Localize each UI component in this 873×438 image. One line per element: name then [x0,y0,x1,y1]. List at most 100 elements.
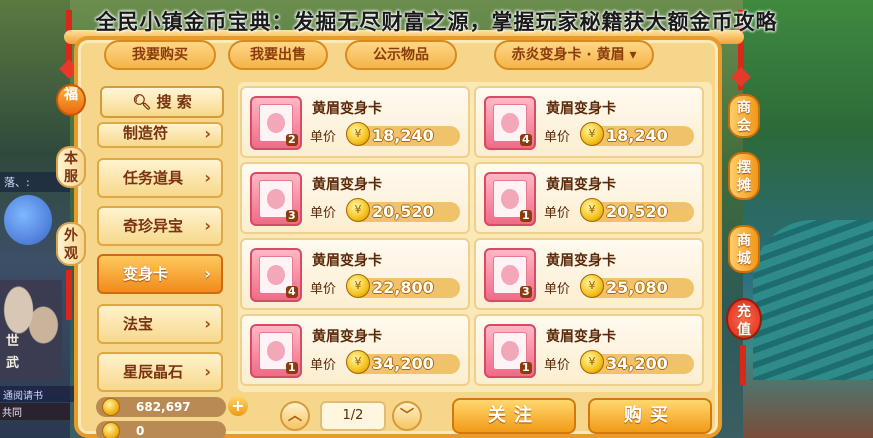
tab-guild-shop-label: 商会 [737,100,751,134]
category-magic-weapons[interactable]: 法宝 › [97,304,223,344]
item-card[interactable]: 2 黄眉变身卡 单价 ¥ 18,240 [240,86,470,158]
chevron-up-icon: ︿ [288,408,302,424]
tab-appearance-label: 外观 [64,228,78,262]
side-text: 武 [6,356,20,371]
item-quantity: 4 [286,285,298,298]
category-label: 制造符 [123,124,169,142]
gold-balance-value: 682,697 [136,400,191,414]
silver-balance-value: 0 [136,424,145,438]
category-label: 任务道具 [123,169,184,187]
tab-appearance[interactable]: 外观 [56,222,86,266]
page-down-button[interactable]: ﹀ [392,401,422,431]
tassel-decoration [66,270,72,320]
price-label: 单价 [310,282,337,297]
tab-mall[interactable]: 商城 [728,225,760,273]
item-filter-label: 赤炎变身卡 · 黄眉 [511,47,625,63]
item-quantity: 1 [520,209,532,222]
item-quantity: 3 [520,285,532,298]
chevron-down-icon: ﹀ [400,408,414,424]
category-treasures[interactable]: 奇珍异宝 › [97,206,223,246]
item-quantity: 3 [286,209,298,222]
item-name: 黄眉变身卡 [546,329,616,345]
tab-buy[interactable]: 我要购买 [104,40,216,70]
item-card[interactable]: 1 黄眉变身卡 单价 ¥ 34,200 [474,314,704,386]
chat-text: 共同 [0,403,70,420]
tab-recharge-label: 充值 [737,304,751,338]
coin-icon: ¥ [346,274,370,298]
coin-icon: ¥ [346,350,370,374]
buy-button[interactable]: 购买 [588,398,712,434]
price-label: 单价 [310,358,337,373]
tassel-decoration [740,345,746,385]
page-up-button[interactable]: ︿ [280,401,310,431]
coin-icon: ¥ [580,350,604,374]
price-label: 单价 [310,130,337,145]
item-name: 黄眉变身卡 [546,253,616,269]
item-name: 黄眉变身卡 [312,177,382,193]
coin-icon [102,398,120,416]
item-price: 34,200 [606,354,668,373]
tab-sell[interactable]: 我要出售 [228,40,328,70]
item-name: 黄眉变身卡 [312,329,382,345]
item-filter-dropdown[interactable]: 赤炎变身卡 · 黄眉 ▾ [494,40,654,70]
category-transform-cards[interactable]: 变身卡 › [97,254,223,294]
category-label: 变身卡 [123,265,169,283]
coin-icon: ¥ [346,122,370,146]
page-title: 全民小镇金币宝典：发掘无尽财富之源，掌握玩家秘籍获大额金币攻略 [95,10,778,34]
item-card[interactable]: 1 黄眉变身卡 单价 ¥ 34,200 [240,314,470,386]
category-craft[interactable]: 制造符 › [97,122,223,148]
chevron-right-icon: › [204,216,211,235]
item-price: 18,240 [372,126,434,145]
gold-balance: 682,697 [96,397,226,417]
chevron-down-icon: ▾ [629,47,637,63]
tab-fu[interactable]: 福 [56,84,86,116]
item-quantity: 4 [520,133,532,146]
category-star-crystals[interactable]: 星辰晶石 › [97,352,223,392]
tab-guild-shop[interactable]: 商会 [728,94,760,138]
search-label: 搜 索 [156,93,192,111]
price-label: 单价 [544,130,571,145]
category-label: 法宝 [123,315,154,333]
item-card[interactable]: 3 黄眉变身卡 单价 ¥ 20,520 [240,162,470,234]
tab-stall-label: 摆摊 [737,160,751,194]
chat-text: 通阅请书 [0,386,80,402]
item-price: 20,520 [606,202,668,221]
item-card[interactable]: 4 黄眉变身卡 单价 ¥ 22,800 [240,238,470,310]
tab-local-server-label: 本服 [64,151,78,185]
item-quantity: 1 [520,361,532,374]
item-price: 18,240 [606,126,668,145]
item-quantity: 1 [286,361,298,374]
coin-icon: ¥ [580,274,604,298]
chevron-right-icon: › [204,362,211,381]
coin-icon: ¥ [346,198,370,222]
tab-public[interactable]: 公示物品 [345,40,457,70]
search-icon: 🔍︎ [132,93,152,111]
price-label: 单价 [310,206,337,221]
category-label: 星辰晶石 [123,363,184,381]
price-label: 单价 [544,282,571,297]
tab-mall-label: 商城 [737,233,751,267]
chevron-right-icon: › [204,168,211,187]
item-card[interactable]: 4 黄眉变身卡 单价 ¥ 18,240 [474,86,704,158]
item-price: 34,200 [372,354,434,373]
item-price: 22,800 [372,278,434,297]
item-card[interactable]: 3 黄眉变身卡 单价 ¥ 25,080 [474,238,704,310]
side-text: 世 [6,334,20,349]
page-indicator: 1/2 [320,401,386,431]
tab-recharge[interactable]: 充值 [726,298,762,340]
silver-balance: 0 [96,421,226,438]
chevron-right-icon: › [204,124,211,143]
pet-avatar [4,195,52,245]
search-button[interactable]: 🔍︎ 搜 索 [100,86,224,118]
category-quest-items[interactable]: 任务道具 › [97,158,223,198]
item-card[interactable]: 1 黄眉变身卡 单价 ¥ 20,520 [474,162,704,234]
tab-fu-label: 福 [64,87,78,103]
tab-local-server[interactable]: 本服 [56,146,86,188]
add-currency-button[interactable]: + [228,396,248,416]
item-name: 黄眉变身卡 [312,253,382,269]
item-price: 20,520 [372,202,434,221]
category-label: 奇珍异宝 [123,217,184,235]
tab-stall[interactable]: 摆摊 [728,152,760,200]
chevron-right-icon: › [204,314,211,333]
follow-button[interactable]: 关注 [452,398,576,434]
